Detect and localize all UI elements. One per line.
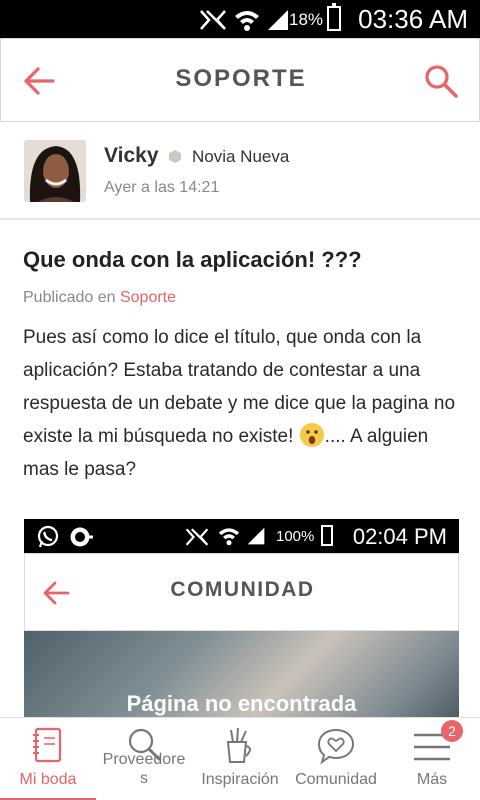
wifi-icon bbox=[235, 11, 259, 31]
heart-chat-icon bbox=[317, 728, 355, 765]
embedded-status-bar: 100% 02:04 PM bbox=[24, 519, 459, 553]
post-author: Vicky Novia Nueva Ayer a las 14:21 bbox=[0, 122, 480, 220]
embedded-app-bar: COMUNIDAD bbox=[24, 553, 459, 631]
whatsapp-icon bbox=[37, 525, 59, 548]
nav-item-comunidad[interactable]: Comunidad bbox=[288, 718, 384, 800]
avatar[interactable] bbox=[24, 140, 86, 202]
notebook-icon bbox=[33, 727, 62, 763]
embedded-battery-percent: 100% bbox=[276, 528, 315, 545]
nav-item-mi-boda[interactable]: Mi boda bbox=[0, 718, 96, 800]
wifi-icon bbox=[218, 528, 240, 546]
embedded-page-title: COMUNIDAD bbox=[170, 578, 315, 601]
search-button[interactable] bbox=[421, 61, 461, 101]
battery-icon bbox=[327, 3, 341, 31]
notification-badge: 2 bbox=[441, 720, 463, 742]
embedded-clock: 02:04 PM bbox=[352, 524, 447, 549]
nav-item-inspiracion[interactable]: Inspiración bbox=[192, 718, 288, 800]
rank-hexagon-icon bbox=[169, 150, 181, 163]
nfc-icon bbox=[200, 10, 226, 30]
signal-icon bbox=[247, 527, 265, 545]
nav-item-mas[interactable]: Más bbox=[384, 718, 480, 800]
tools-cup-icon bbox=[226, 727, 251, 763]
nav-label-proveedores: Proveedore s bbox=[102, 751, 186, 787]
category-link[interactable]: Soporte bbox=[120, 289, 176, 306]
post-timestamp: Ayer a las 14:21 bbox=[104, 179, 220, 196]
nav-item-proveedores[interactable]: Proveedore s bbox=[96, 718, 192, 800]
battery-percent: 18% bbox=[289, 10, 324, 29]
astonished-face-emoji bbox=[299, 423, 324, 447]
status-bar: 18% 03:36 AM bbox=[0, 0, 480, 38]
app-bar: SOPORTE bbox=[0, 38, 480, 122]
nav-label-mi-boda: Mi boda bbox=[19, 771, 77, 788]
published-in: Publicado en Soporte bbox=[23, 289, 176, 307]
post-body: Pues así como lo dice el título, que ond… bbox=[23, 321, 463, 486]
nav-label-comunidad: Comunidad bbox=[295, 771, 377, 788]
page-title: SOPORTE bbox=[175, 65, 307, 92]
search-icon bbox=[425, 65, 458, 98]
post-image[interactable]: 100% 02:04 PM COMUNIDAD Página no encont… bbox=[24, 519, 459, 719]
author-rank: Novia Nueva bbox=[192, 147, 290, 166]
nfc-icon bbox=[185, 528, 209, 546]
post-title: Que onda con la aplicación! ??? bbox=[23, 247, 362, 272]
clock: 03:36 AM bbox=[358, 4, 468, 34]
nav-label-inspiracion: Inspiración bbox=[201, 771, 279, 788]
nav-label-mas: Más bbox=[416, 771, 448, 788]
chat-icon bbox=[70, 527, 93, 547]
battery-icon bbox=[321, 525, 333, 546]
published-prefix: Publicado en bbox=[23, 289, 116, 306]
avatar-photo bbox=[24, 140, 86, 202]
bottom-navigation: Mi boda Proveedore s Inspiración Comunid… bbox=[0, 717, 480, 800]
signal-icon bbox=[268, 10, 288, 30]
author-name[interactable]: Vicky bbox=[104, 144, 159, 168]
embedded-error-message: Página no encontrada bbox=[126, 691, 357, 716]
